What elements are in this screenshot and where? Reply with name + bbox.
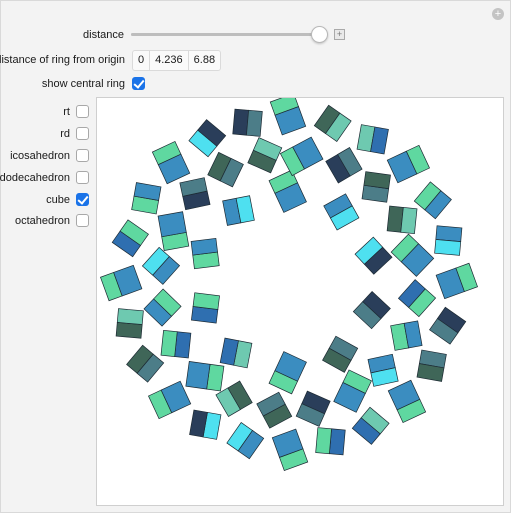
cube-mark	[179, 177, 211, 211]
shape-checkbox-dodecahedron[interactable]	[76, 171, 89, 184]
shape-checkbox-octahedron[interactable]	[76, 214, 89, 227]
cube-mark	[322, 335, 359, 373]
cube-mark	[333, 369, 372, 413]
cube-mark	[367, 353, 399, 387]
slider-expand-icon[interactable]: +	[334, 29, 345, 40]
distance-slider-fill	[131, 33, 320, 36]
shape-label-rd: rd	[60, 128, 70, 140]
cube-mark	[268, 351, 307, 395]
ring-distance-values: 0 4.236 6.88	[132, 50, 222, 71]
cube-mark	[356, 124, 389, 155]
cube-mark	[390, 320, 423, 351]
cube-mark	[188, 119, 227, 158]
cube-ring-graphic	[100, 98, 478, 471]
cube-mark	[413, 181, 452, 220]
cube-mark	[352, 291, 391, 330]
cube-mark	[148, 380, 192, 420]
cube-mark	[354, 236, 393, 275]
cube-mark	[351, 406, 390, 445]
shape-checkbox-cube[interactable]	[76, 193, 89, 206]
distance-slider-thumb[interactable]	[311, 26, 329, 43]
central-ring-checkbox[interactable]	[132, 77, 145, 90]
cube-mark	[313, 104, 352, 142]
cube-mark	[361, 171, 391, 203]
cube-mark	[151, 141, 191, 185]
shape-checkbox-icosahedron[interactable]	[76, 149, 89, 162]
shape-label-rt: rt	[63, 106, 70, 118]
ring-distance-value[interactable]: 6.88	[187, 51, 220, 70]
cube-mark	[429, 306, 467, 345]
shape-label-icosahedron: icosahedron	[10, 150, 70, 162]
shape-checkbox-rt[interactable]	[76, 105, 89, 118]
cube-mark	[115, 308, 144, 339]
cube-mark	[190, 238, 220, 270]
cube-mark	[268, 169, 307, 213]
cube-mark	[295, 390, 331, 427]
cube-mark	[387, 379, 427, 423]
cube-mark	[256, 391, 293, 429]
shape-label-dodecahedron: dodecahedron	[0, 172, 70, 184]
shape-checkbox-rd[interactable]	[76, 127, 89, 140]
shape-label-octahedron: octahedron	[14, 215, 70, 227]
panel-options-icon[interactable]: +	[492, 8, 504, 20]
distance-label: distance	[83, 29, 124, 41]
cube-mark	[219, 337, 253, 369]
cube-mark	[111, 219, 149, 258]
distance-slider[interactable]	[131, 26, 329, 43]
cube-mark	[279, 136, 324, 177]
cube-mark	[325, 147, 363, 184]
cube-mark	[271, 428, 309, 471]
cube-mark	[434, 225, 463, 256]
cube-mark	[435, 262, 478, 300]
cube-mark	[390, 233, 435, 277]
cube-mark	[315, 427, 346, 456]
ring-distance-label: distance of ring from origin	[0, 54, 125, 66]
cube-mark	[185, 361, 225, 392]
cube-mark	[143, 288, 182, 327]
central-ring-label: show central ring	[41, 78, 125, 90]
cube-mark	[386, 144, 430, 184]
cube-mark	[323, 193, 360, 231]
demonstration-panel: + distance + distance of ring from origi…	[0, 0, 511, 513]
ring-distance-value[interactable]: 0	[133, 51, 149, 70]
cube-mark	[126, 344, 165, 383]
cube-mark	[232, 108, 263, 137]
cube-mark	[141, 246, 181, 285]
cube-mark	[269, 98, 307, 136]
plot-area[interactable]	[96, 97, 504, 506]
cube-mark	[397, 279, 437, 318]
cube-mark	[131, 182, 162, 215]
cube-mark	[207, 151, 244, 188]
cube-mark	[247, 137, 283, 174]
ring-distance-value[interactable]: 4.236	[149, 51, 188, 70]
cube-mark	[100, 264, 143, 302]
cube-mark	[157, 211, 190, 251]
cube-mark	[160, 329, 192, 359]
shape-label-cube: cube	[46, 194, 70, 206]
cube-mark	[416, 349, 447, 382]
cube-mark	[189, 409, 222, 440]
cube-mark	[190, 292, 220, 324]
cube-mark	[222, 195, 255, 226]
cube-mark	[226, 422, 265, 460]
cube-mark	[386, 205, 418, 235]
